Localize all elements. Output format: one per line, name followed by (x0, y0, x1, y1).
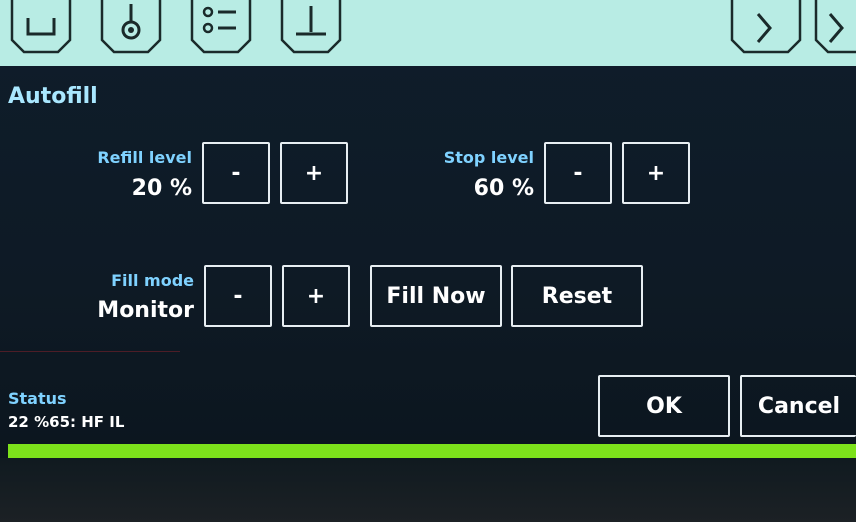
stop-level-decrease-button[interactable]: - (544, 142, 612, 204)
refill-level-decrease-button[interactable]: - (202, 142, 270, 204)
reset-button[interactable]: Reset (511, 265, 643, 327)
bottom-panel (0, 458, 856, 522)
list-icon[interactable] (186, 0, 256, 56)
status-label: Status (8, 389, 67, 408)
fill-mode-value: Monitor (97, 298, 194, 323)
stop-level-increase-button[interactable]: + (622, 142, 690, 204)
ok-button[interactable]: OK (598, 375, 730, 437)
page-title: Autofill (8, 84, 98, 109)
stop-level-value: 60 % (473, 176, 534, 201)
box-icon[interactable] (6, 0, 76, 56)
refill-level-increase-button[interactable]: + (280, 142, 348, 204)
fill-now-button[interactable]: Fill Now (370, 265, 502, 327)
stop-level-label: Stop level (443, 148, 534, 167)
cancel-button[interactable]: Cancel (740, 375, 856, 437)
divider (0, 351, 180, 352)
thermometer-icon[interactable] (96, 0, 166, 56)
status-value: 22 %65: HF IL (8, 413, 125, 431)
fill-mode-label: Fill mode (111, 271, 194, 290)
refill-level-value: 20 % (131, 176, 192, 201)
progress-fill (8, 444, 856, 458)
refill-level-label: Refill level (97, 148, 192, 167)
progress-bar (8, 444, 856, 458)
chevron-left-icon[interactable] (726, 0, 806, 56)
fill-mode-increase-button[interactable]: + (282, 265, 350, 327)
autofill-screen: Autofill Refill level 20 % - + Stop leve… (0, 0, 856, 522)
chevron-right-icon[interactable] (810, 0, 856, 56)
fill-mode-decrease-button[interactable]: - (204, 265, 272, 327)
baseline-icon[interactable] (276, 0, 346, 56)
top-toolbar (0, 0, 856, 66)
